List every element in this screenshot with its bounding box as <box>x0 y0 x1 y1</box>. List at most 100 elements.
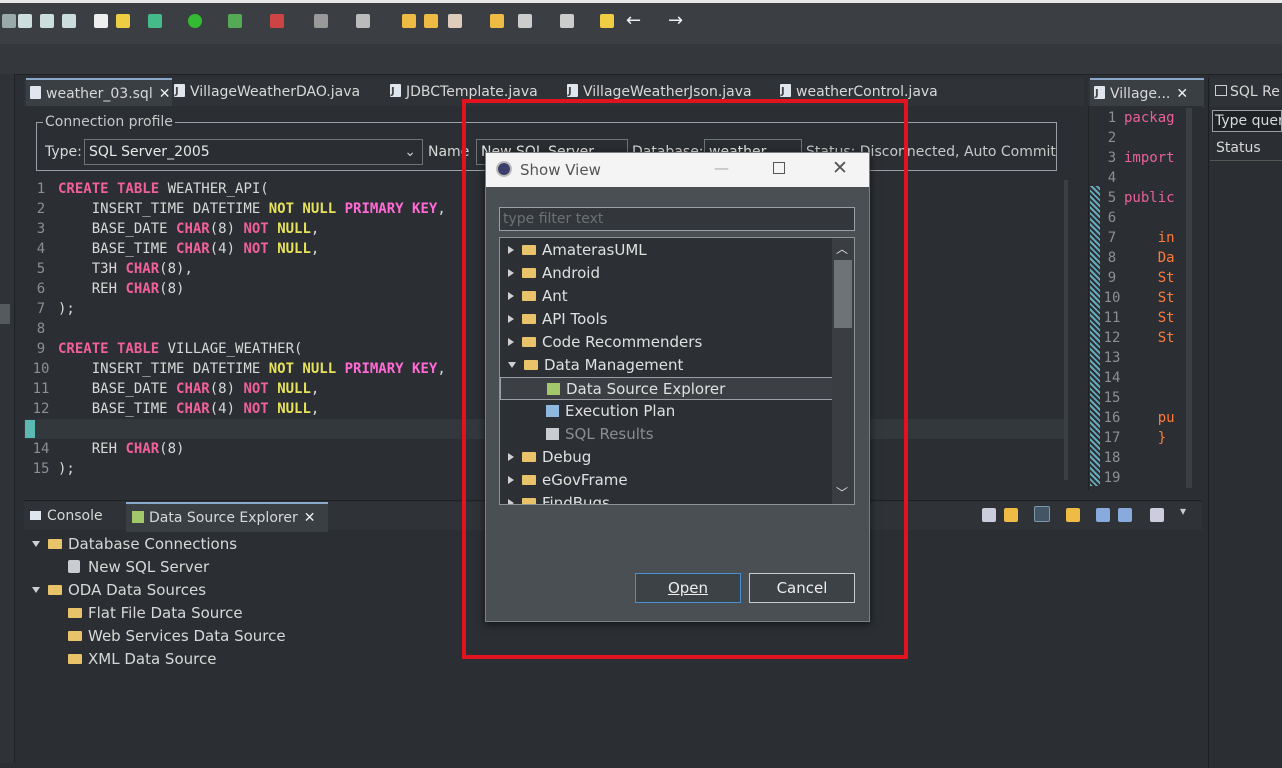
open-button[interactable]: Open <box>635 573 741 603</box>
expand-toggle-icon[interactable] <box>508 476 514 484</box>
scrollbar-thumb[interactable] <box>834 260 852 328</box>
view-list-item[interactable]: Execution Plan <box>500 400 854 423</box>
view-list-item[interactable]: Ant <box>500 285 838 308</box>
tree-item[interactable]: New SQL Server <box>68 558 209 576</box>
tree-item[interactable]: XML Data Source <box>68 650 216 668</box>
external-tools-icon[interactable] <box>270 14 284 28</box>
open-task-icon[interactable] <box>424 14 438 28</box>
trim-button[interactable] <box>0 304 10 324</box>
tab-village-java[interactable]: Village...✕ <box>1090 78 1204 108</box>
view-list-item[interactable]: Data Source Explorer <box>500 377 833 400</box>
java-code-text: Da <box>1124 250 1175 266</box>
view-list-item[interactable]: eGovFrame <box>500 469 838 492</box>
stop-icon[interactable] <box>314 14 328 28</box>
sql-keyword: PRIMARY KEY <box>344 361 438 377</box>
last-edit-icon[interactable] <box>600 14 614 28</box>
drop-frame-icon[interactable] <box>116 14 130 28</box>
java-file-icon <box>1094 80 1105 108</box>
expand-toggle-icon[interactable] <box>508 315 514 323</box>
java-code-text: St <box>1124 290 1175 306</box>
tree-item[interactable]: Web Services Data Source <box>68 627 286 645</box>
code-text: , <box>310 401 320 417</box>
view-list-item[interactable]: Android <box>500 262 838 285</box>
close-icon[interactable]: ✕ <box>159 86 171 102</box>
new-connection-icon[interactable] <box>1034 506 1050 522</box>
type-select[interactable]: SQL Server_2005 ⌄ <box>84 139 423 165</box>
line-number: 17 <box>1103 430 1121 446</box>
expand-toggle-icon[interactable] <box>32 541 40 547</box>
view-list-item[interactable]: Debug <box>500 446 838 469</box>
folder-icon[interactable] <box>490 14 504 28</box>
list-scrollbar[interactable]: ︿ ﹀ <box>832 238 854 504</box>
forward-arrow-icon[interactable]: → <box>668 10 683 31</box>
pen-icon[interactable] <box>448 14 462 28</box>
tab-data-source-explorer[interactable]: Data Source Explorer ✕ <box>126 502 328 532</box>
use-step-filters-icon[interactable] <box>94 14 108 28</box>
open-type-icon[interactable] <box>402 14 416 28</box>
view-list-item[interactable]: SQL Results <box>500 423 854 446</box>
view-list-item-label: Code Recommenders <box>542 333 703 351</box>
tree-item[interactable]: Flat File Data Source <box>68 604 243 622</box>
step-into-icon[interactable] <box>18 14 32 28</box>
expand-toggle-icon[interactable] <box>508 269 514 277</box>
minimize-window-icon[interactable]: — <box>714 159 729 177</box>
coverage-icon[interactable] <box>228 14 242 28</box>
run-icon[interactable] <box>188 14 202 28</box>
tab-sql-results[interactable]: SQL Re <box>1210 78 1282 106</box>
minimize-icon[interactable] <box>1096 508 1110 522</box>
expand-toggle-icon[interactable] <box>508 453 514 461</box>
next-annotation-icon[interactable] <box>560 14 574 28</box>
view-list-item[interactable]: Code Recommenders <box>500 331 838 354</box>
java-editor-scrollbar[interactable] <box>1186 108 1192 488</box>
step-over-icon[interactable] <box>40 14 54 28</box>
view-tree-list[interactable]: AmaterasUML Android Ant API Tools Code Recom… <box>499 237 855 505</box>
sql-code-line: 15); <box>24 459 75 479</box>
expand-toggle-icon[interactable] <box>508 362 516 368</box>
view-list-item[interactable]: API Tools <box>500 308 838 331</box>
cancel-button[interactable]: Cancel <box>749 573 855 603</box>
expand-toggle-icon[interactable] <box>508 499 514 504</box>
expand-toggle-icon[interactable] <box>508 338 514 346</box>
sql-keyword: NOT <box>243 241 269 257</box>
java-code-line: 13 <box>1100 348 1124 368</box>
annotation-icon[interactable] <box>518 14 532 28</box>
close-icon[interactable]: ✕ <box>304 510 316 526</box>
link-editor-icon[interactable] <box>1004 508 1018 522</box>
line-number: 11 <box>1103 310 1121 326</box>
view-list-item[interactable]: Data Management <box>500 354 838 377</box>
editor-vertical-scrollbar[interactable] <box>1064 180 1068 480</box>
maximize-window-icon[interactable] <box>773 162 785 174</box>
tab-console[interactable]: Console <box>30 502 103 530</box>
expand-toggle-icon[interactable] <box>508 292 514 300</box>
debug-icon[interactable] <box>148 14 162 28</box>
tab-weather-sql[interactable]: weather_03.sql ✕ <box>26 78 172 108</box>
connect-icon[interactable] <box>1066 508 1080 522</box>
sql-code-line: 3 BASE_DATE CHAR(8) NOT NULL, <box>24 219 320 239</box>
code-text: (8) <box>209 221 244 237</box>
new-wizard-icon[interactable] <box>356 14 370 28</box>
tree-item[interactable]: ODA Data Sources <box>32 581 206 599</box>
view-menu-icon[interactable] <box>1150 508 1164 522</box>
tree-item[interactable]: Database Connections <box>32 535 237 553</box>
sql-results-filter-input[interactable]: Type quer <box>1212 110 1282 132</box>
scroll-up-icon[interactable]: ︿ <box>836 240 848 257</box>
maximize-icon[interactable] <box>1118 508 1132 522</box>
view-menu-chevron-icon[interactable]: ▾ <box>1180 504 1186 518</box>
close-window-icon[interactable]: ✕ <box>832 157 848 179</box>
filter-input[interactable]: type filter text <box>499 207 855 231</box>
close-icon[interactable]: ✕ <box>1176 86 1188 102</box>
code-text: REH <box>58 281 126 297</box>
expand-toggle-icon[interactable] <box>508 246 514 254</box>
back-arrow-icon[interactable]: ← <box>626 10 641 31</box>
step-return-icon[interactable] <box>62 14 76 28</box>
toolbar-icon[interactable] <box>2 14 16 28</box>
collapse-all-icon[interactable] <box>982 508 996 522</box>
scroll-down-icon[interactable]: ﹀ <box>836 484 848 501</box>
sql-code-line: 9 CREATE TABLE VILLAGE_WEATHER( <box>24 339 303 359</box>
expand-toggle-icon[interactable] <box>32 587 40 593</box>
tab-villageweatherdao[interactable]: VillageWeatherDAO.java <box>174 78 360 106</box>
view-list-item[interactable]: FindBugs <box>500 492 838 504</box>
connection-profile-legend: Connection profile <box>45 114 173 130</box>
view-list-item[interactable]: AmaterasUML <box>500 239 838 262</box>
line-number: 13 <box>1103 350 1121 366</box>
